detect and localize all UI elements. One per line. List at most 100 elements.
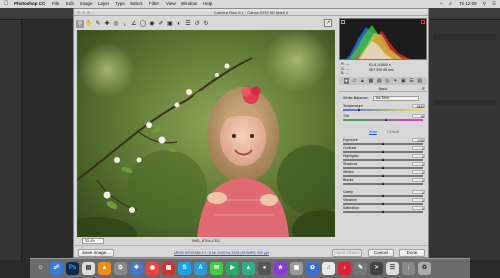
messages-icon[interactable]: ✉ <box>210 262 223 275</box>
rotate-ccw-icon[interactable]: ↺ <box>193 20 201 28</box>
camera-calibration-tab-icon[interactable]: ▣ <box>401 78 406 84</box>
tone-curve-tab-icon[interactable]: ▱ <box>352 78 356 84</box>
slider-thumb[interactable] <box>381 158 384 161</box>
search-icon[interactable]: ⚲ <box>483 0 486 8</box>
tint-slider[interactable]: Tint +9 <box>343 113 425 122</box>
slider-value[interactable]: 0 <box>412 189 425 195</box>
clock[interactable]: Tri 12:09 <box>459 0 477 8</box>
white-balance-select[interactable]: As Shot <box>373 95 419 101</box>
slider-thumb[interactable] <box>381 174 384 177</box>
effects-tab-icon[interactable]: ✦ <box>393 78 397 84</box>
adjustment-brush-icon[interactable]: ✐ <box>157 20 165 28</box>
launchpad-icon[interactable]: ☍ <box>50 262 63 275</box>
vlc-icon[interactable]: ▲ <box>98 262 111 275</box>
open-object-button[interactable]: Open Object <box>332 249 362 257</box>
volume-icon[interactable]: ♬ <box>449 0 454 8</box>
slider-value[interactable]: 0 <box>412 145 425 151</box>
menu-filter[interactable]: Filter <box>149 0 159 8</box>
image-preview[interactable] <box>77 30 335 237</box>
straighten-tool-icon[interactable]: ∠ <box>130 20 138 28</box>
zoom-tool-icon[interactable]: ⚲ <box>76 19 84 28</box>
menu-layer[interactable]: Layer <box>98 0 109 8</box>
white-balance-tool-icon[interactable]: ✎ <box>94 20 102 28</box>
lens-tab-icon[interactable]: ◎ <box>385 78 389 84</box>
targeted-adjustment-icon[interactable]: ◎ <box>112 20 120 28</box>
notifications-icon[interactable]: ☰ <box>492 0 496 8</box>
slider-value[interactable]: 0.00 <box>412 137 425 143</box>
panel-menu-icon[interactable]: ☰ <box>422 86 425 92</box>
calendar-icon[interactable]: ▦ <box>162 262 175 275</box>
menu-window[interactable]: Window <box>181 0 197 8</box>
trash-icon[interactable]: ♻ <box>418 262 431 275</box>
temperature-slider[interactable]: Temperature 4850 <box>343 103 425 112</box>
slider-thumb[interactable] <box>381 202 384 205</box>
imovie-icon[interactable]: ★ <box>274 262 287 275</box>
panel-tab[interactable] <box>433 34 496 40</box>
blacks-slider[interactable]: Blacks 0 <box>343 177 425 186</box>
safari-icon[interactable]: ❖ <box>130 262 143 275</box>
photoshop-icon[interactable]: Ps <box>66 262 79 275</box>
hand-tool-icon[interactable]: ✋ <box>85 20 93 28</box>
preferences-icon[interactable]: ☰ <box>184 20 192 28</box>
crop-tool-icon[interactable]: ⌞ <box>121 20 129 28</box>
slider-thumb[interactable] <box>381 142 384 145</box>
slider-thumb[interactable] <box>381 166 384 169</box>
zoom-icon[interactable] <box>87 11 90 14</box>
spot-removal-icon[interactable]: ◯ <box>139 20 147 28</box>
split-toning-tab-icon[interactable]: ▤ <box>377 78 382 84</box>
finder-icon[interactable]: ☺ <box>34 262 47 275</box>
workflow-options-link[interactable]: sRGB IEC61966-2.1; 8 bit; 4992 by 3328 (… <box>174 251 269 255</box>
slider-value[interactable]: 4850 <box>412 103 425 109</box>
radial-filter-icon[interactable]: ◐ <box>175 20 183 28</box>
panel-tab[interactable] <box>433 100 496 106</box>
menu-help[interactable]: Help <box>203 0 212 8</box>
fullscreen-toggle-icon[interactable]: ↗ <box>324 19 332 27</box>
downloads-stack-icon[interactable]: ↓ <box>402 262 415 275</box>
minimize-icon[interactable] <box>82 11 85 14</box>
menu-select[interactable]: Select <box>130 0 143 8</box>
detail-tab-icon[interactable]: ▲ <box>360 78 365 84</box>
slider-track[interactable] <box>343 119 423 121</box>
apple-menu-icon[interactable]:  <box>4 0 9 8</box>
itunes-icon[interactable]: ♪ <box>338 262 351 275</box>
slider-thumb[interactable] <box>384 118 387 121</box>
slider-thumb[interactable] <box>381 150 384 153</box>
music-icon[interactable]: ♫ <box>322 262 335 275</box>
basic-tab-icon[interactable]: ● <box>343 78 349 84</box>
slider-thumb[interactable] <box>381 210 384 213</box>
menu-view[interactable]: View <box>166 0 176 8</box>
snapshots-tab-icon[interactable]: ▤ <box>417 78 422 84</box>
slider-thumb[interactable] <box>381 194 384 197</box>
app-menu[interactable]: Photoshop CC <box>14 0 45 8</box>
done-button[interactable]: Done <box>399 249 425 257</box>
hsl-tab-icon[interactable]: ▦ <box>368 78 373 84</box>
rotate-cw-icon[interactable]: ↻ <box>202 20 210 28</box>
default-link[interactable]: Default <box>387 129 399 135</box>
presets-tab-icon[interactable]: ☰ <box>409 78 413 84</box>
contacts-icon[interactable]: ● <box>258 262 271 275</box>
slider-value[interactable]: 0 <box>412 177 425 183</box>
facetime-icon[interactable]: ▶ <box>226 262 239 275</box>
slider-thumb[interactable] <box>357 108 360 111</box>
save-image-button[interactable]: Save Image... <box>78 249 114 257</box>
preview-icon[interactable]: ▣ <box>290 262 303 275</box>
auto-link[interactable]: Auto <box>369 129 377 135</box>
slider-value[interactable]: +9 <box>412 113 425 119</box>
terminal-icon[interactable]: > <box>370 262 383 275</box>
notes-icon[interactable]: ☰ <box>386 262 399 275</box>
photos-icon[interactable]: ✿ <box>306 262 319 275</box>
slider-thumb[interactable] <box>381 182 384 185</box>
menu-edit[interactable]: Edit <box>66 0 74 8</box>
close-icon[interactable] <box>77 11 80 14</box>
menu-file[interactable]: File <box>52 0 59 8</box>
slider-track[interactable] <box>343 109 423 111</box>
shadow-clipping-icon[interactable] <box>341 20 345 24</box>
utility-icon[interactable]: ✎ <box>354 262 367 275</box>
slider-value[interactable]: 0 <box>412 153 425 159</box>
maps-icon[interactable]: ▲ <box>242 262 255 275</box>
highlight-clipping-icon[interactable] <box>421 20 425 24</box>
cancel-button[interactable]: Cancel <box>368 249 394 257</box>
system-preferences-icon[interactable]: ⚙ <box>114 262 127 275</box>
photo-booth-icon[interactable]: ◉ <box>146 262 159 275</box>
slider-value[interactable]: 0 <box>412 169 425 175</box>
